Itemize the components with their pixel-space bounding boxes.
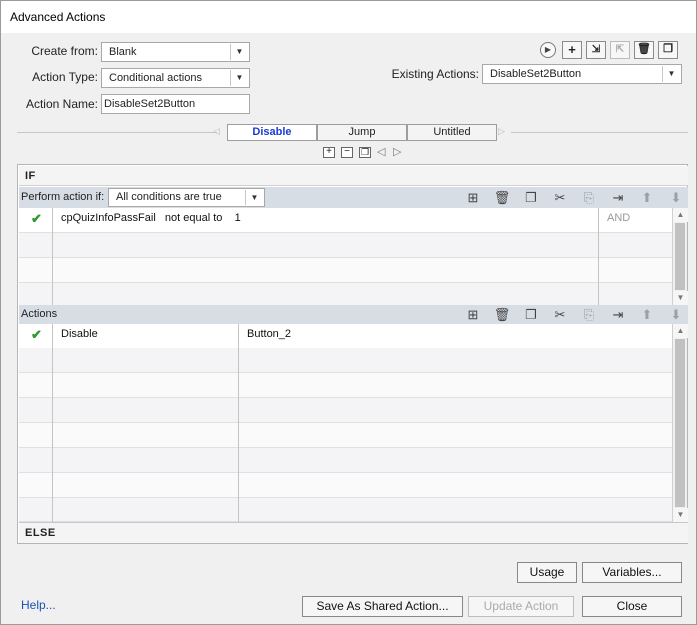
- move-down-icon[interactable]: ⬇: [667, 306, 685, 323]
- scissors-icon[interactable]: ✂: [551, 306, 569, 323]
- chevron-down-icon[interactable]: ▼: [673, 508, 688, 522]
- title-bar: Advanced Actions: [1, 1, 696, 33]
- create-from-dropdown[interactable]: Blank ▼: [101, 42, 250, 62]
- action-type-label: Action Type:: [32, 70, 98, 84]
- export-icon[interactable]: ⇱: [610, 41, 630, 59]
- actions-toolbar: Actions ⊞ 🗑 ❐ ✂ ⎘ ⇥ ⬆ ⬇: [19, 305, 688, 324]
- paste-icon[interactable]: ⎘: [580, 189, 598, 206]
- actions-scrollbar[interactable]: ▲ ▼: [672, 324, 688, 522]
- paste-icon[interactable]: ⎘: [580, 306, 598, 323]
- column-divider: [598, 208, 599, 305]
- conditions-toolbar: Perform action if: All conditions are tr…: [19, 187, 688, 209]
- chevron-up-icon[interactable]: ▲: [673, 208, 688, 222]
- close-button[interactable]: Close: [582, 596, 682, 617]
- save-shared-action-button[interactable]: Save As Shared Action...: [302, 596, 463, 617]
- move-left-icon[interactable]: ◁: [377, 145, 385, 158]
- divider: [17, 132, 217, 133]
- tab-disable[interactable]: Disable: [227, 124, 317, 141]
- chevron-up-icon[interactable]: ▲: [673, 324, 688, 338]
- add-row-icon[interactable]: ⊞: [464, 189, 482, 206]
- checkmark-icon: ✔: [31, 327, 42, 342]
- action-row[interactable]: [19, 423, 673, 448]
- scroll-right-icon[interactable]: ▷: [498, 126, 505, 137]
- preview-icon[interactable]: ▶: [540, 42, 556, 58]
- action-name-label: Action Name:: [25, 97, 98, 111]
- trash-icon[interactable]: 🗑: [493, 306, 511, 323]
- condition-panel: IF Perform action if: All conditions are…: [17, 164, 688, 544]
- trash-icon[interactable]: 🗑: [493, 189, 511, 206]
- conditions-grid: ✔ cpQuizInfoPassFail not equal to 1 AND: [19, 208, 673, 308]
- chevron-down-icon: ▼: [245, 190, 263, 205]
- column-divider: [238, 324, 239, 522]
- scissors-icon[interactable]: ✂: [551, 189, 569, 206]
- scroll-thumb[interactable]: [675, 223, 685, 290]
- tab-jump[interactable]: Jump: [317, 124, 407, 141]
- create-from-label: Create from:: [31, 44, 98, 58]
- delete-icon[interactable]: 🗑: [634, 41, 654, 59]
- perform-action-value: All conditions are true: [116, 191, 222, 203]
- existing-actions-value: DisableSet2Button: [490, 68, 582, 80]
- move-up-icon[interactable]: ⬆: [638, 189, 656, 206]
- if-header: IF: [19, 166, 688, 186]
- existing-actions-dropdown[interactable]: DisableSet2Button ▼: [482, 64, 682, 84]
- tab-untitled[interactable]: Untitled: [407, 124, 497, 141]
- chevron-down-icon: ▼: [230, 44, 248, 60]
- action-row[interactable]: [19, 498, 673, 522]
- action-target[interactable]: Button_2: [247, 324, 291, 348]
- add-row-icon[interactable]: ⊞: [464, 306, 482, 323]
- existing-actions-label: Existing Actions:: [391, 67, 479, 81]
- copy-icon[interactable]: ❐: [522, 189, 540, 206]
- column-divider: [52, 208, 53, 305]
- variables-button[interactable]: Variables...: [582, 562, 682, 583]
- add-icon[interactable]: +: [562, 41, 582, 59]
- help-link[interactable]: Help...: [21, 598, 56, 612]
- duplicate-icon[interactable]: ❐: [658, 41, 678, 59]
- update-action-button[interactable]: Update Action: [468, 596, 574, 617]
- scroll-left-icon[interactable]: ◁: [213, 126, 220, 137]
- chevron-down-icon: ▼: [230, 70, 248, 86]
- action-row[interactable]: [19, 373, 673, 398]
- move-right-icon[interactable]: ▷: [393, 145, 401, 158]
- action-type-value: Conditional actions: [109, 72, 202, 84]
- action-name-field[interactable]: DisableSet2Button: [101, 94, 250, 114]
- action-row[interactable]: [19, 473, 673, 498]
- window-title: Advanced Actions: [10, 10, 106, 24]
- condition-row[interactable]: ✔ cpQuizInfoPassFail not equal to 1 AND: [19, 208, 673, 233]
- checkmark-icon: ✔: [31, 211, 42, 226]
- scroll-thumb[interactable]: [675, 339, 685, 507]
- add-decision-icon[interactable]: +: [323, 147, 335, 158]
- action-row[interactable]: [19, 448, 673, 473]
- condition-row[interactable]: [19, 233, 673, 258]
- column-divider: [52, 324, 53, 522]
- condition-text[interactable]: cpQuizInfoPassFail not equal to 1: [61, 208, 241, 232]
- condition-operator[interactable]: AND: [607, 208, 630, 232]
- advanced-actions-dialog: Advanced Actions Create from: Blank ▼ Ac…: [0, 0, 697, 625]
- import-icon[interactable]: ⇲: [586, 41, 606, 59]
- divider: [511, 132, 688, 133]
- insert-row-icon[interactable]: ⇥: [609, 189, 627, 206]
- else-header[interactable]: ELSE: [19, 522, 688, 543]
- copy-icon[interactable]: ❐: [522, 306, 540, 323]
- remove-decision-icon[interactable]: −: [341, 147, 353, 158]
- action-row[interactable]: [19, 348, 673, 373]
- move-up-icon[interactable]: ⬆: [638, 306, 656, 323]
- actions-grid: ✔ Disable Button_2: [19, 324, 673, 522]
- action-type-dropdown[interactable]: Conditional actions ▼: [101, 68, 250, 88]
- perform-action-dropdown[interactable]: All conditions are true ▼: [108, 188, 265, 207]
- duplicate-decision-icon[interactable]: ❐: [359, 147, 371, 158]
- conditions-scrollbar[interactable]: ▲ ▼: [672, 208, 688, 305]
- usage-button[interactable]: Usage: [517, 562, 577, 583]
- insert-row-icon[interactable]: ⇥: [609, 306, 627, 323]
- perform-action-label: Perform action if:: [21, 191, 105, 203]
- condition-row[interactable]: [19, 258, 673, 283]
- action-row[interactable]: ✔ Disable Button_2: [19, 324, 673, 349]
- chevron-down-icon[interactable]: ▼: [673, 291, 688, 305]
- chevron-down-icon: ▼: [662, 66, 680, 82]
- action-row[interactable]: [19, 398, 673, 423]
- create-from-value: Blank: [109, 46, 137, 58]
- action-name[interactable]: Disable: [61, 324, 98, 348]
- move-down-icon[interactable]: ⬇: [667, 189, 685, 206]
- actions-label: Actions: [21, 308, 58, 320]
